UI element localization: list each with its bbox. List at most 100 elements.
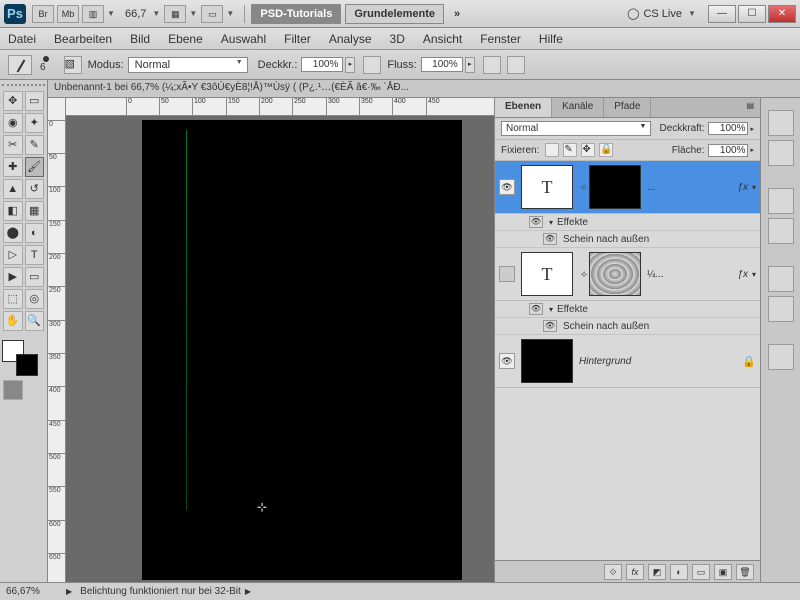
panel-icon[interactable]	[768, 344, 794, 370]
arrange-documents-button[interactable]: ▦	[164, 5, 186, 23]
lock-all-button[interactable]: 🔒	[599, 143, 613, 157]
lock-image-button[interactable]: ✎	[563, 143, 577, 157]
layer-item[interactable]: 👁 Hintergrund 🔒	[495, 335, 760, 388]
tool-preset-picker[interactable]	[8, 55, 32, 75]
tablet-size-button[interactable]	[507, 56, 525, 74]
minibridge-button[interactable]: Mb	[57, 5, 79, 23]
fx-badge[interactable]: ƒx	[737, 269, 748, 280]
visibility-toggle[interactable]: 👁	[543, 320, 557, 332]
chevron-down-icon[interactable]: ▼	[226, 9, 238, 18]
visibility-toggle[interactable]	[499, 266, 515, 282]
layer-name[interactable]: Hintergrund	[579, 356, 742, 367]
lock-position-button[interactable]: ✥	[581, 143, 595, 157]
new-layer-button[interactable]: ▣	[714, 564, 732, 580]
document-tab[interactable]: Unbenannt-1 bei 66,7% (¼;xÃ•Y €3ôÚ€yÈ8¦!…	[48, 80, 800, 98]
eyedropper-tool[interactable]: ✎	[25, 135, 45, 155]
bridge-button[interactable]: Br	[32, 5, 54, 23]
masks-panel-icon[interactable]	[768, 218, 794, 244]
tablet-opacity-button[interactable]	[363, 56, 381, 74]
flow-input[interactable]: 100%	[421, 57, 463, 72]
opacity-arrow-icon[interactable]: ▸	[345, 57, 355, 73]
panel-icon[interactable]	[768, 110, 794, 136]
workspace-button[interactable]: Grundelemente	[345, 4, 444, 24]
layer-thumb[interactable]: T	[521, 252, 573, 296]
blur-tool[interactable]: ⬤	[3, 223, 23, 243]
color-swatches[interactable]	[2, 340, 38, 376]
gradient-tool[interactable]: ▦	[25, 201, 45, 221]
layer-name[interactable]: ¼...	[647, 269, 737, 280]
tab-kanaele[interactable]: Kanäle	[552, 98, 604, 117]
layer-thumb[interactable]	[521, 339, 573, 383]
layer-effects-row[interactable]: 👁 ▾ Effekte	[495, 214, 760, 231]
stamp-tool[interactable]: ▲	[3, 179, 23, 199]
chevron-down-icon[interactable]: ▼	[688, 9, 700, 18]
tab-ebenen[interactable]: Ebenen	[495, 98, 552, 117]
fx-button[interactable]: fx	[626, 564, 644, 580]
screen-mode-button[interactable]: ▭	[201, 5, 223, 23]
layer-opacity-input[interactable]: 100%	[708, 122, 748, 135]
link-layers-button[interactable]: ⟐	[604, 564, 622, 580]
menu-analyse[interactable]: Analyse	[329, 32, 372, 46]
menu-datei[interactable]: Datei	[8, 32, 36, 46]
lasso-tool[interactable]: ◉	[3, 113, 23, 133]
hand-tool[interactable]: ✋	[3, 311, 23, 331]
layer-thumb[interactable]: T	[521, 165, 573, 209]
wand-tool[interactable]: ✦	[25, 113, 45, 133]
path-select-tool[interactable]: ▶	[3, 267, 23, 287]
group-button[interactable]: ▭	[692, 564, 710, 580]
lock-transparency-button[interactable]	[545, 143, 559, 157]
brush-size-value[interactable]: 6	[40, 62, 46, 73]
brush-panel-button[interactable]: ▧	[64, 56, 82, 74]
history-brush-tool[interactable]: ↺	[25, 179, 45, 199]
menu-filter[interactable]: Filter	[284, 32, 311, 46]
eraser-tool[interactable]: ◧	[3, 201, 23, 221]
shape-tool[interactable]: ▭	[25, 267, 45, 287]
layer-item[interactable]: T ⟡ ¼... ƒx ▾	[495, 248, 760, 301]
workspace-more-icon[interactable]: »	[454, 8, 460, 20]
status-zoom[interactable]: 66,67%	[6, 586, 62, 597]
menu-3d[interactable]: 3D	[390, 32, 405, 46]
airbrush-button[interactable]	[483, 56, 501, 74]
pen-tool[interactable]: ▷	[3, 245, 23, 265]
visibility-toggle[interactable]: 👁	[499, 353, 515, 369]
maximize-button[interactable]: ☐	[738, 5, 766, 23]
mask-button[interactable]: ◩	[648, 564, 666, 580]
flow-arrow-icon[interactable]: ▸	[465, 57, 475, 73]
chevron-down-icon[interactable]: ▼	[152, 9, 164, 18]
minimize-button[interactable]: —	[708, 5, 736, 23]
workspace-button[interactable]: PSD-Tutorials	[251, 4, 341, 24]
tab-pfade[interactable]: Pfade	[604, 98, 651, 117]
actions-panel-icon[interactable]	[768, 296, 794, 322]
visibility-toggle[interactable]: 👁	[529, 216, 543, 228]
dodge-tool[interactable]: ◐	[25, 223, 45, 243]
quickmask-button[interactable]	[3, 380, 23, 400]
layer-mask-thumb[interactable]	[589, 252, 641, 296]
zoom-tool[interactable]: 🔍	[25, 311, 45, 331]
panel-menu-icon[interactable]: ▤	[740, 98, 760, 117]
menu-bearbeiten[interactable]: Bearbeiten	[54, 32, 112, 46]
view-extras-button[interactable]: ▥	[82, 5, 104, 23]
layer-blend-mode-select[interactable]: Normal	[501, 121, 651, 136]
menu-hilfe[interactable]: Hilfe	[539, 32, 563, 46]
menu-auswahl[interactable]: Auswahl	[221, 32, 266, 46]
visibility-toggle[interactable]: 👁	[543, 233, 557, 245]
menu-fenster[interactable]: Fenster	[480, 32, 521, 46]
layer-effect-item[interactable]: 👁 Schein nach außen	[495, 231, 760, 248]
opacity-input[interactable]: 100%	[301, 57, 343, 72]
artboard[interactable]: ⊹	[142, 120, 462, 580]
brush-tool[interactable]: 🖌	[25, 157, 45, 177]
status-arrow-icon[interactable]: ▶	[245, 587, 251, 596]
type-tool[interactable]: T	[25, 245, 45, 265]
delete-layer-button[interactable]: 🗑	[736, 564, 754, 580]
crop-tool[interactable]: ✂	[3, 135, 23, 155]
move-tool[interactable]: ✥	[3, 91, 23, 111]
history-panel-icon[interactable]	[768, 266, 794, 292]
adjustment-button[interactable]: ◐	[670, 564, 688, 580]
menu-ebene[interactable]: Ebene	[168, 32, 203, 46]
3d-camera-tool[interactable]: ◎	[25, 289, 45, 309]
ruler-vertical[interactable]: 0 50 100 150 200 250 300 350 400 450 500…	[48, 98, 66, 582]
close-button[interactable]: ✕	[768, 5, 796, 23]
fill-input[interactable]: 100%	[708, 144, 748, 157]
layer-effects-row[interactable]: 👁 ▾ Effekte	[495, 301, 760, 318]
zoom-level[interactable]: 66,7	[125, 8, 146, 20]
